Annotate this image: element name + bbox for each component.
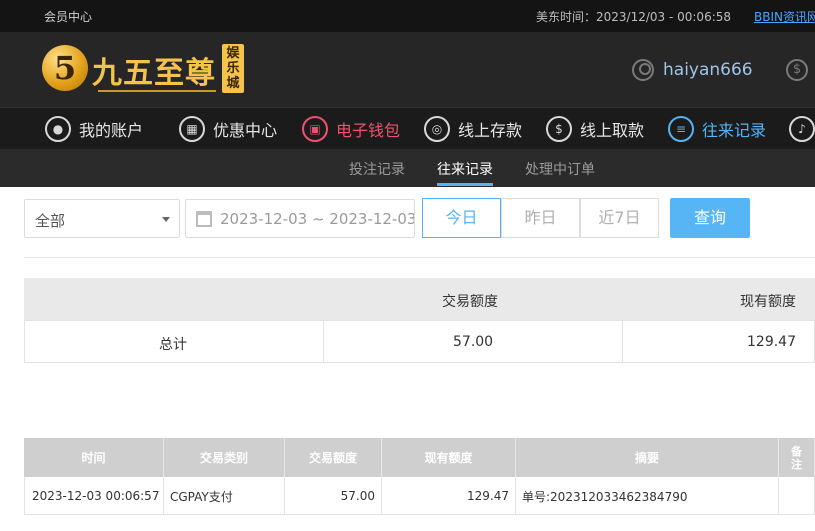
wallet-icon: ▣	[302, 116, 328, 142]
nav-e-wallet[interactable]: ▣ 电子钱包	[302, 114, 400, 144]
divider	[24, 257, 815, 258]
nav-online-withdraw[interactable]: $ 线上取款	[546, 114, 644, 144]
transaction-type-select[interactable]: 全部	[24, 199, 180, 238]
th-type: 交易类别	[164, 438, 285, 477]
logo-text: 九五至尊	[92, 56, 216, 91]
calendar-icon	[196, 211, 212, 227]
user-icon: ●	[45, 116, 71, 142]
query-button[interactable]: 查询	[670, 198, 750, 238]
nav-my-account[interactable]: ● 我的账户	[45, 114, 143, 144]
cell-time: 2023-12-03 00:06:57	[24, 477, 164, 515]
table-header: 时间 交易类别 交易额度 现有额度 摘要 备注	[24, 438, 815, 477]
th-remark: 备注	[779, 438, 815, 477]
active-tab-indicator	[437, 183, 493, 186]
table-row: 2023-12-03 00:06:57 CGPAY支付 57.00 129.47…	[24, 477, 815, 515]
site-logo[interactable]: 5 九五至尊 娱乐城	[42, 42, 247, 98]
cell-type: CGPAY支付	[164, 477, 285, 515]
th-balance: 现有额度	[382, 438, 516, 477]
th-summary: 摘要	[516, 438, 779, 477]
cell-amount: 57.00	[285, 477, 382, 515]
cell-remark	[779, 477, 815, 515]
bbin-info-link[interactable]: BBIN资讯网	[754, 8, 815, 25]
logo-emblem: 5	[42, 45, 88, 91]
summary-header-balance: 现有额度	[740, 294, 796, 310]
logo-ornament	[98, 90, 216, 92]
top-bar: 会员中心 美东时间：2023/12/03 - 00:06:58 BBIN资讯网	[0, 0, 815, 32]
logo-subtext: 娱乐城	[222, 44, 244, 93]
last-7-days-button[interactable]: 近7日	[580, 198, 659, 238]
nav-notifications[interactable]: ♪	[789, 114, 815, 144]
logo-numeral: 5	[53, 49, 77, 87]
th-amount: 交易额度	[285, 438, 382, 477]
tab-transaction-records[interactable]: 往来记录	[437, 159, 493, 179]
nav-online-deposit[interactable]: ◎ 线上存款	[424, 114, 522, 144]
select-value: 全部	[35, 212, 66, 230]
nav-label: 线上存款	[458, 121, 523, 140]
summary-total-row: 总计 57.00 129.47	[24, 320, 815, 363]
nav-label: 线上取款	[580, 121, 645, 140]
nav-label: 我的账户	[79, 121, 144, 140]
records-icon: ≡	[668, 116, 694, 142]
tab-bet-records[interactable]: 投注记录	[349, 159, 405, 179]
nav-label: 往来记录	[702, 121, 767, 140]
eastern-time-display: 美东时间：2023/12/03 - 00:06:58	[536, 10, 732, 24]
column-separator	[323, 321, 324, 363]
user-avatar-icon	[632, 59, 654, 81]
gift-icon: ▦	[179, 116, 205, 142]
deposit-icon: ◎	[424, 116, 450, 142]
username[interactable]: haiyan666	[663, 60, 753, 80]
nav-promotions[interactable]: ▦ 优惠中心	[179, 114, 277, 144]
tab-pending-orders[interactable]: 处理中订单	[525, 159, 595, 179]
th-time: 时间	[24, 438, 164, 477]
summary-total-balance: 129.47	[747, 334, 796, 350]
summary-header: 交易额度 现有额度	[24, 278, 815, 320]
column-separator	[622, 321, 623, 363]
summary-total-amount: 57.00	[453, 334, 494, 350]
summary-total-label: 总计	[159, 337, 187, 353]
nav-label: 电子钱包	[336, 121, 401, 140]
member-center-label[interactable]: 会员中心	[44, 8, 92, 25]
summary-header-amount: 交易额度	[442, 294, 498, 310]
balance-icon[interactable]: $	[786, 59, 808, 81]
nav-label: 优惠中心	[213, 121, 278, 140]
bell-icon: ♪	[789, 116, 815, 142]
sub-tabs: 投注记录 往来记录 处理中订单	[0, 149, 815, 187]
cell-summary: 单号:202312033462384790	[516, 477, 779, 515]
nav-transaction-records[interactable]: ≡ 往来记录	[668, 114, 766, 144]
site-header: 5 九五至尊 娱乐城 haiyan666 $	[0, 32, 815, 107]
date-range-value: 2023-12-03 ~ 2023-12-03	[220, 210, 415, 228]
cell-balance: 129.47	[382, 477, 516, 515]
main-nav: ● 我的账户 ▦ 优惠中心 ▣ 电子钱包 ◎ 线上存款 $ 线上取款 ≡ 往来记…	[0, 107, 815, 149]
caret-down-icon	[162, 217, 170, 222]
today-button[interactable]: 今日	[422, 198, 501, 238]
withdraw-icon: $	[546, 116, 572, 142]
yesterday-button[interactable]: 昨日	[501, 198, 580, 238]
date-range-input[interactable]: 2023-12-03 ~ 2023-12-03	[185, 199, 415, 238]
